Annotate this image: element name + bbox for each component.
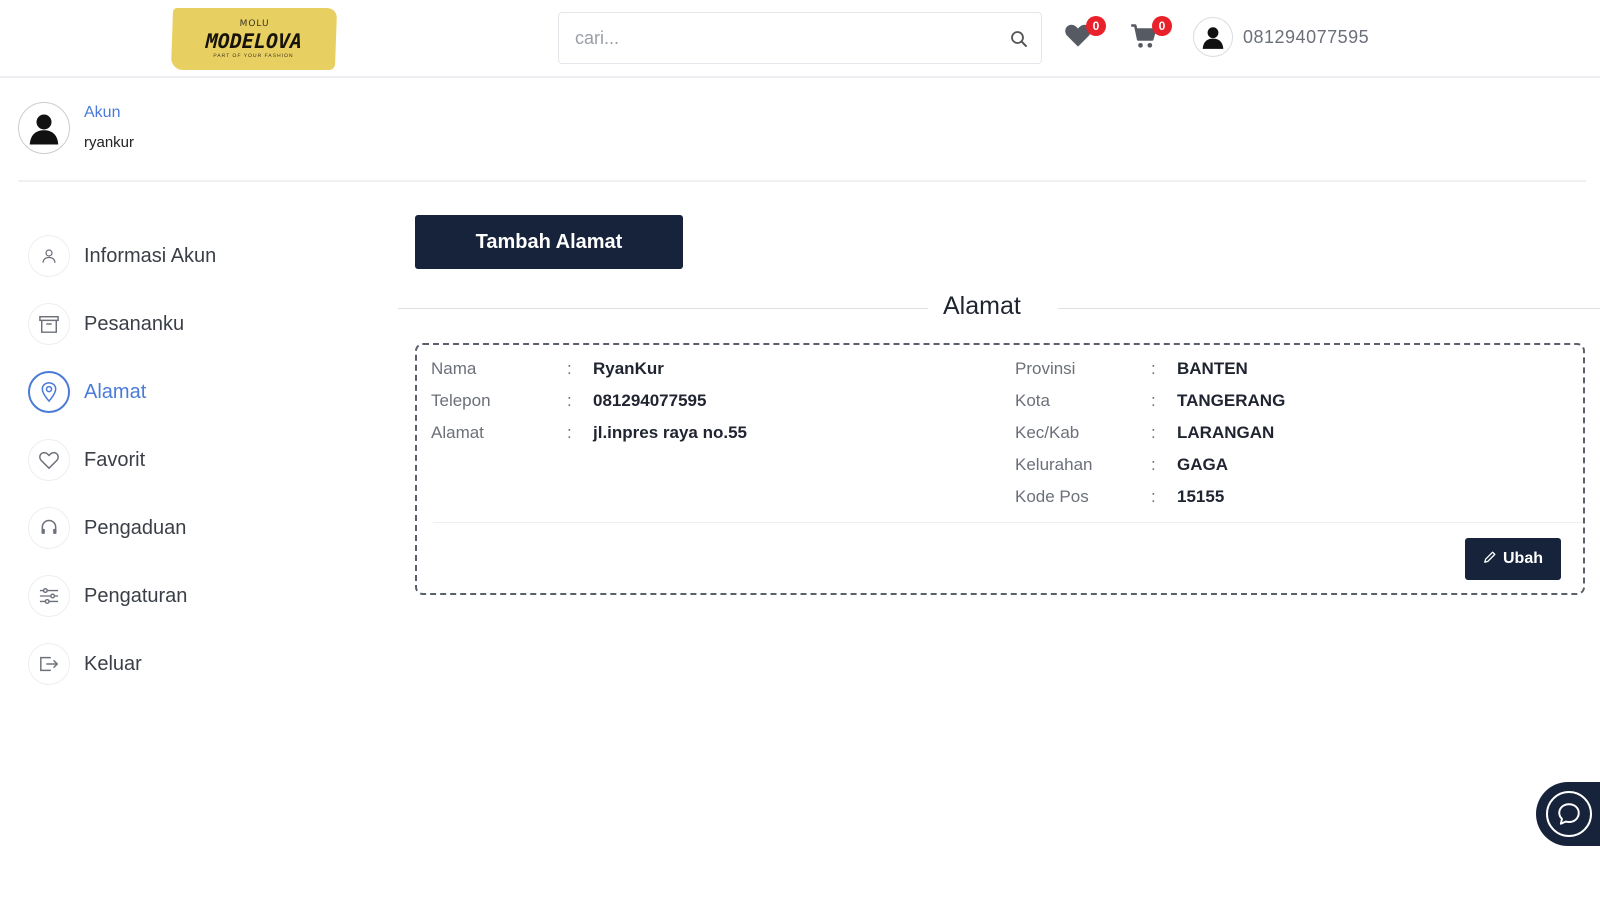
field-label: Kode Pos [1015,487,1089,506]
wishlist-button[interactable]: 0 [1064,16,1106,52]
address-row-nama: Nama : RyanKur [431,355,991,383]
sliders-icon [28,575,70,617]
chat-button[interactable] [1536,782,1600,846]
pencil-icon [1483,550,1497,569]
address-row-alamat: Alamat : jl.inpres raya no.55 [431,419,991,447]
edit-address-button[interactable]: Ubah [1465,538,1561,580]
heart-icon [1064,24,1092,52]
sidebar-nav: Informasi Akun Pesananku Alamat Favorit … [28,234,348,710]
cart-count-badge: 0 [1152,16,1172,36]
field-separator: : [567,423,572,442]
field-value: BANTEN [1177,359,1248,378]
sidebar-item-label: Pengaturan [84,584,188,607]
account-summary: Akun ryankur [18,102,134,154]
chat-bubble-icon [1546,791,1592,837]
sidebar-item-label: Informasi Akun [84,244,217,267]
edit-button-label: Ubah [1503,550,1543,567]
add-address-button[interactable]: Tambah Alamat [415,215,683,269]
headset-icon [28,507,70,549]
field-separator: : [567,359,572,378]
field-value: 15155 [1177,487,1225,506]
sidebar-item-label: Keluar [84,652,142,675]
cart-icon [1130,24,1158,54]
user-menu[interactable]: 081294077595 [1193,17,1369,57]
field-value: LARANGAN [1177,423,1275,442]
search-input[interactable] [559,13,979,63]
field-label: Kec/Kab [1015,423,1080,442]
logo-main-text: MODELOVA [205,28,303,53]
field-label: Telepon [431,391,491,410]
sidebar-item-alamat[interactable]: Alamat [28,370,348,414]
sidebar-item-label: Pesananku [84,312,185,335]
address-row-provinsi: Provinsi : BANTEN [1015,355,1555,383]
sidebar-item-label: Pengaduan [84,516,187,539]
cart-button[interactable]: 0 [1130,16,1172,54]
address-row-kode-pos: Kode Pos : 15155 [1015,483,1555,511]
address-row-kota: Kota : TANGERANG [1015,387,1555,415]
divider [1058,308,1600,309]
logo-sub-text: PART OF YOUR FASHION [213,52,294,59]
field-separator: : [1151,423,1156,442]
field-separator: : [1151,487,1156,506]
field-separator: : [567,391,572,410]
brand-logo[interactable]: MOLU MODELOVA PART OF YOUR FASHION [170,8,338,70]
field-label: Kelurahan [1015,455,1093,474]
field-value: 081294077595 [593,391,707,410]
sidebar-item-keluar[interactable]: Keluar [28,642,348,686]
field-separator: : [1151,391,1156,410]
sidebar-item-pesananku[interactable]: Pesananku [28,302,348,346]
field-separator: : [1151,455,1156,474]
section-title: Alamat [943,292,1021,320]
search-box [558,12,1042,64]
user-phone: 081294077595 [1243,26,1370,47]
divider [433,522,1583,523]
divider [398,308,928,309]
field-separator: : [1151,359,1156,378]
top-header: MOLU MODELOVA PART OF YOUR FASHION 0 0 0… [0,0,1600,78]
sidebar-item-informasi-akun[interactable]: Informasi Akun [28,234,348,278]
section-header: Alamat [398,290,1600,326]
logo-top-text: MOLU [239,18,270,29]
field-value: TANGERANG [1177,391,1286,410]
field-label: Alamat [431,423,484,442]
field-label: Nama [431,359,477,378]
search-icon[interactable] [1009,29,1029,49]
sidebar-item-favorit[interactable]: Favorit [28,438,348,482]
map-pin-icon [28,371,70,413]
sidebar-item-pengaduan[interactable]: Pengaduan [28,506,348,550]
box-icon [28,303,70,345]
field-value: jl.inpres raya no.55 [593,423,748,442]
address-card: Nama : RyanKur Telepon : 081294077595 Al… [415,343,1585,595]
account-username: ryankur [84,134,135,151]
user-icon [28,235,70,277]
address-row-kelurahan: Kelurahan : GAGA [1015,451,1555,479]
divider [18,180,1586,182]
field-label: Provinsi [1015,359,1076,378]
sidebar-item-label: Alamat [84,380,147,403]
sidebar-item-label: Favorit [84,448,146,471]
sidebar-item-pengaturan[interactable]: Pengaturan [28,574,348,618]
wishlist-count-badge: 0 [1086,16,1106,36]
user-avatar-icon [1193,17,1233,57]
logout-icon [28,643,70,685]
field-value: GAGA [1177,455,1228,474]
field-value: RyanKur [593,359,664,378]
avatar [18,102,70,154]
field-label: Kota [1015,391,1050,410]
account-label[interactable]: Akun [84,102,134,124]
heart-icon [28,439,70,481]
address-row-telepon: Telepon : 081294077595 [431,387,991,415]
address-row-kec-kab: Kec/Kab : LARANGAN [1015,419,1555,447]
